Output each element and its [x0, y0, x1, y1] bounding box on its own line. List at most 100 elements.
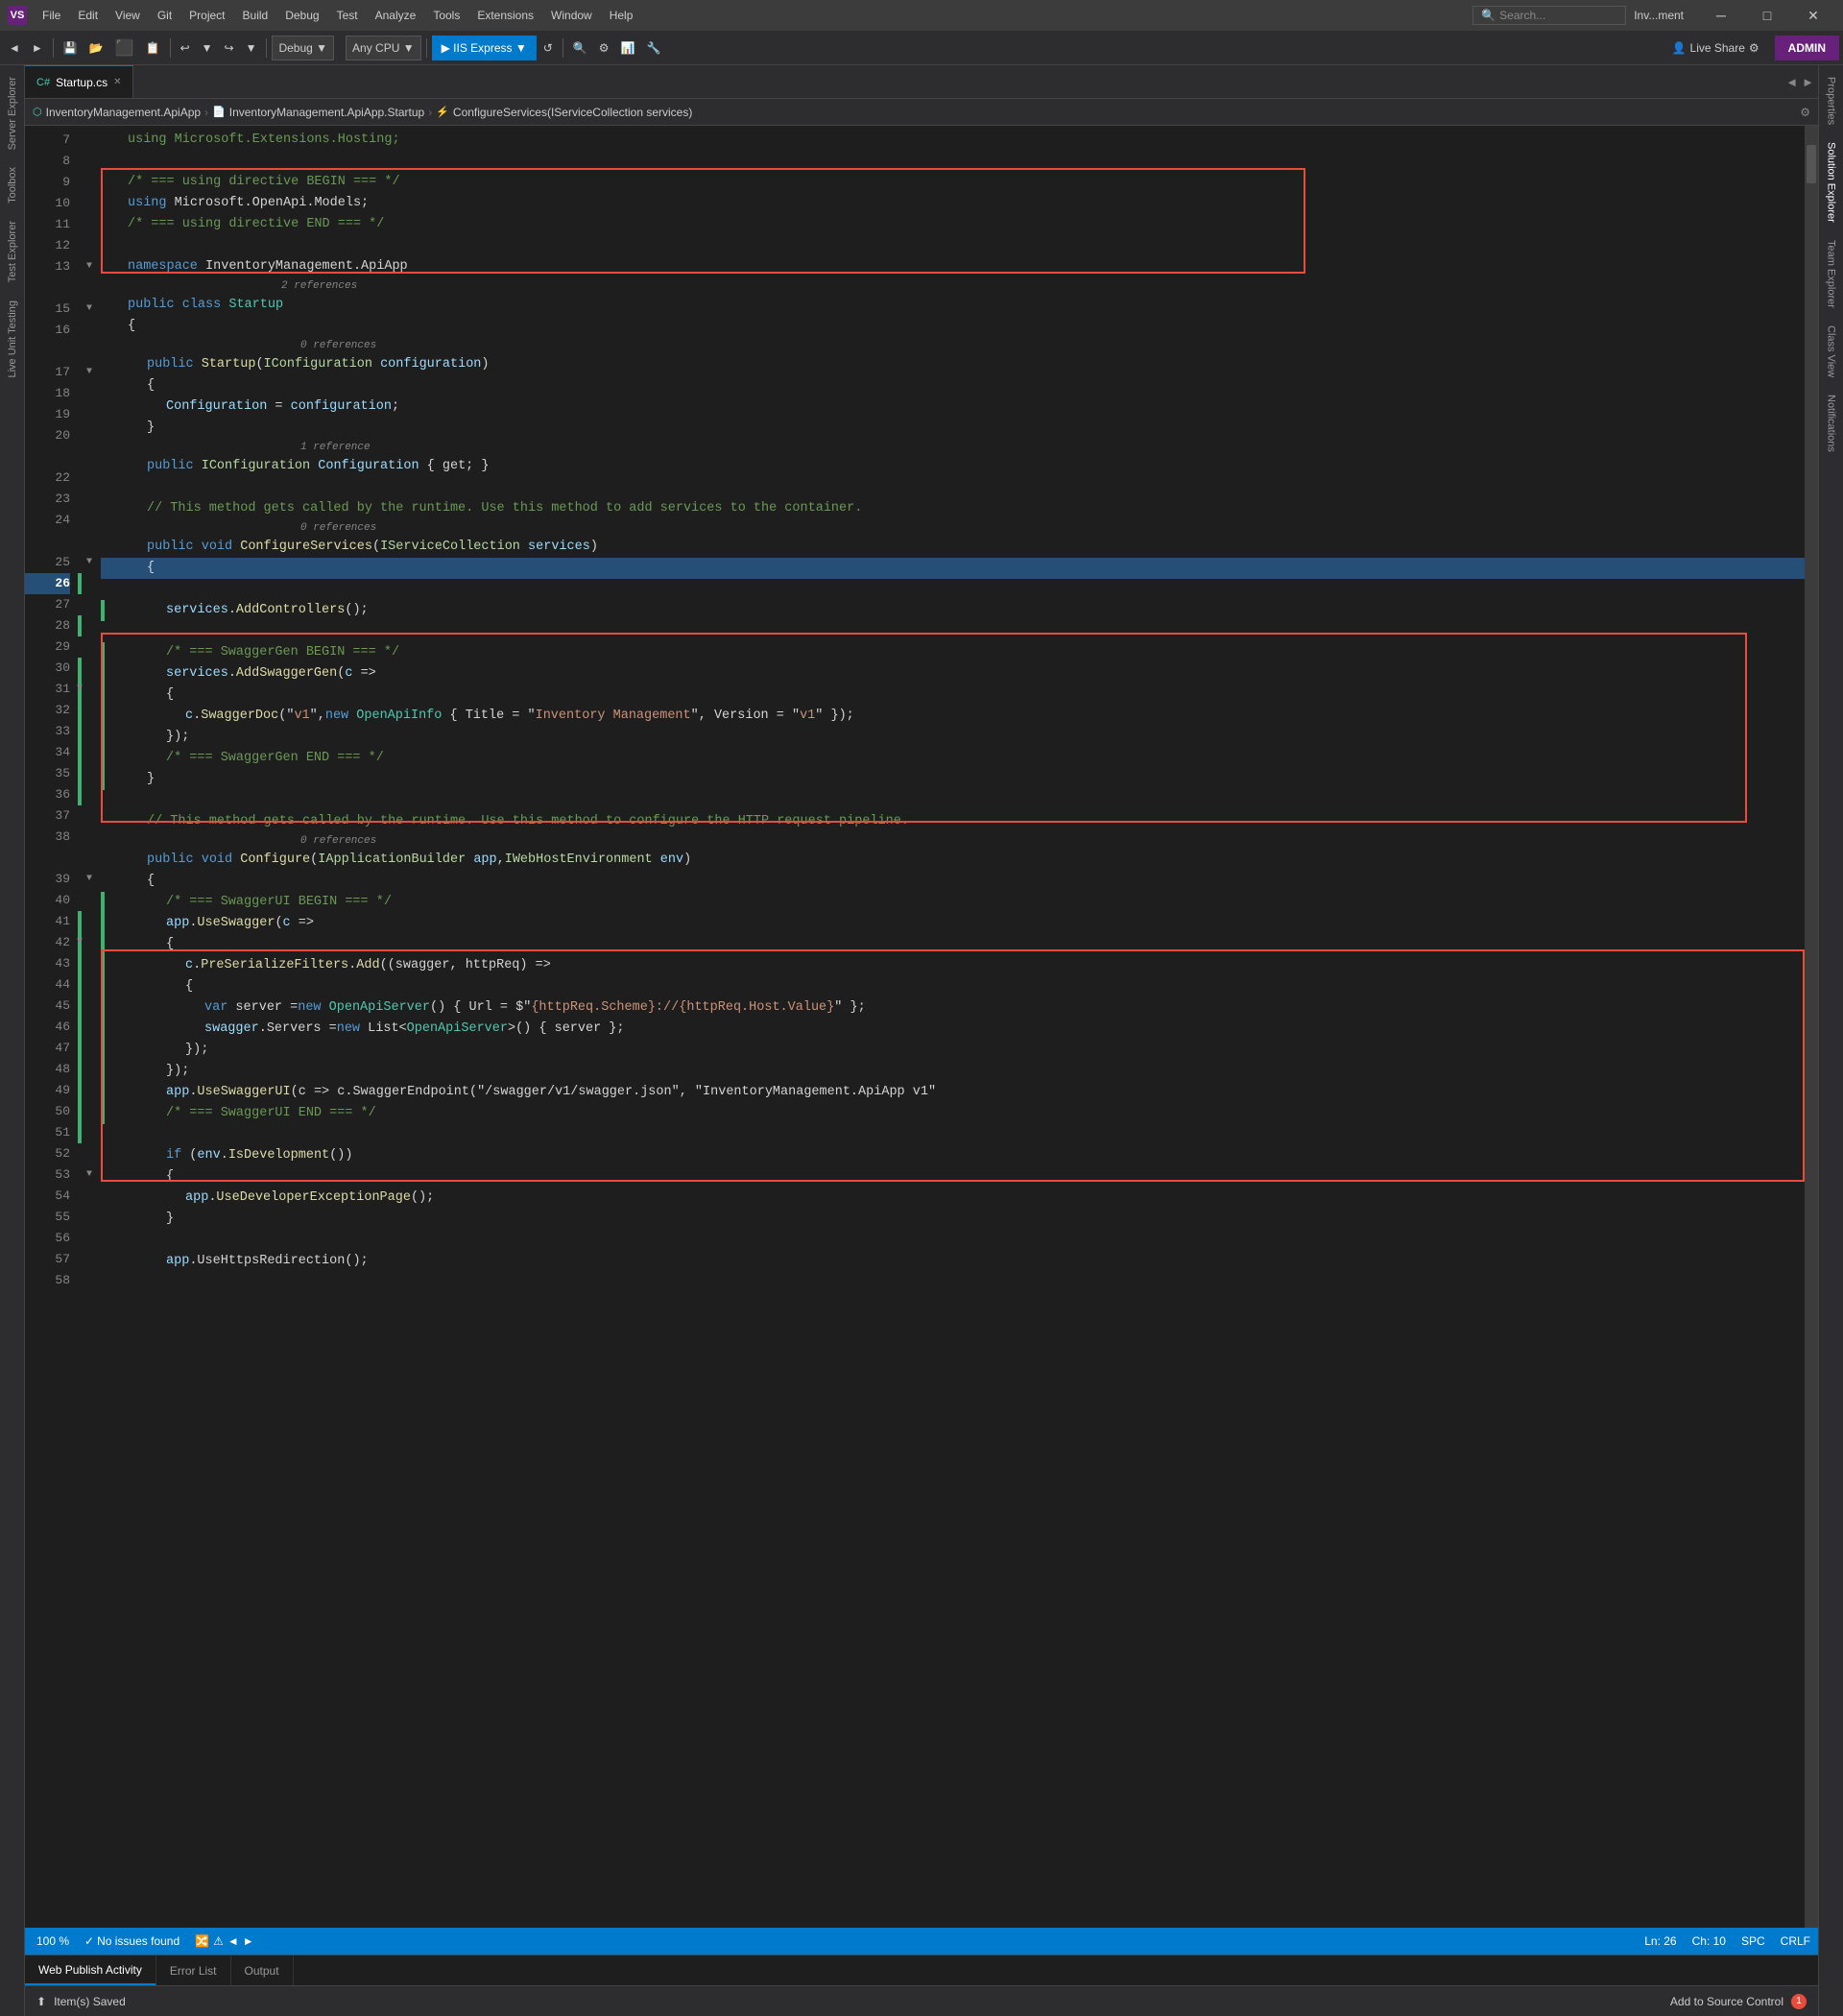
ln-10: 10	[25, 193, 70, 214]
sidebar-item-class-view[interactable]: Class View	[1822, 318, 1841, 385]
gutter-15: ▼	[78, 299, 101, 320]
breadcrumb-3[interactable]: ⚡ ConfigureServices(IServiceCollection s…	[436, 106, 692, 119]
code-content[interactable]: using Microsoft.Extensions.Hosting; /* =…	[101, 126, 1805, 1928]
refresh-button[interactable]: ↺	[539, 35, 558, 61]
maximize-button[interactable]: □	[1745, 0, 1789, 31]
tab-web-publish[interactable]: Web Publish Activity	[25, 1956, 156, 1985]
menu-edit[interactable]: Edit	[70, 7, 106, 24]
tab-error-list[interactable]: Error List	[156, 1956, 231, 1985]
tab-icons: ◄ ►	[1778, 65, 1818, 98]
sidebar-item-solution-explorer[interactable]: Solution Explorer	[1822, 134, 1841, 230]
nav-right-icon[interactable]: ►	[243, 1934, 254, 1948]
collapse-13[interactable]: ▼	[86, 256, 92, 277]
scroll-thumb[interactable]	[1807, 145, 1816, 183]
collapse-39[interactable]: ▼	[86, 869, 92, 890]
window-controls: ─ □ ✕	[1699, 0, 1835, 31]
menu-analyze[interactable]: Analyze	[368, 7, 424, 24]
menu-debug[interactable]: Debug	[277, 7, 326, 24]
collapse-17[interactable]: ▼	[86, 362, 92, 383]
code-token: () { Url = $"	[430, 997, 531, 1019]
menu-file[interactable]: File	[35, 7, 68, 24]
add-source-control-label[interactable]: Add to Source Control	[1670, 1995, 1783, 2008]
breadcrumb-2[interactable]: 📄 InventoryManagement.ApiApp.Startup	[212, 106, 424, 119]
sidebar-item-toolbox[interactable]: Toolbox	[3, 159, 22, 211]
perf-button[interactable]: 📊	[616, 35, 640, 61]
redo-dropdown[interactable]: ▼	[241, 35, 262, 61]
settings-button[interactable]: ⚙	[594, 35, 614, 61]
search2-button[interactable]: 🔍	[568, 35, 592, 61]
undo-dropdown[interactable]: ▼	[197, 35, 218, 61]
menu-extensions[interactable]: Extensions	[469, 7, 541, 24]
debug-mode-dropdown[interactable]: Debug ▼	[272, 36, 334, 60]
tab-close-startup[interactable]: ✕	[113, 77, 121, 87]
ln-47: 47	[25, 1038, 70, 1059]
status-issues[interactable]: ✓ No issues found	[81, 1934, 183, 1948]
sidebar-item-team-explorer[interactable]: Team Explorer	[1822, 232, 1841, 316]
gutter-30	[78, 658, 82, 679]
collapse-31[interactable]: ▼	[77, 679, 83, 700]
code-token: )	[683, 850, 691, 871]
menu-help[interactable]: Help	[602, 7, 641, 24]
minimize-button[interactable]: ─	[1699, 0, 1743, 31]
code-token: (	[275, 913, 282, 934]
sidebar-item-server-explorer[interactable]: Server Explorer	[3, 69, 22, 157]
sidebar-item-test-explorer[interactable]: Test Explorer	[3, 213, 22, 290]
search-box[interactable]: 🔍 Search...	[1472, 6, 1626, 25]
ln-50: 50	[25, 1101, 70, 1122]
code-line-11: /* === using directive END === */	[101, 214, 1805, 235]
tab-scroll-right[interactable]: ►	[1802, 75, 1814, 89]
git-icon[interactable]: 🔀	[195, 1934, 209, 1948]
admin-button[interactable]: ADMIN	[1775, 36, 1839, 60]
code-token: ",	[310, 706, 325, 727]
tab-output[interactable]: Output	[231, 1956, 294, 1985]
vs-icon: VS	[8, 6, 27, 25]
open-button[interactable]: 📂	[84, 35, 108, 61]
gutter-46	[78, 1017, 82, 1038]
tab-startup-cs[interactable]: C# Startup.cs ✕	[25, 65, 133, 98]
collapse-42[interactable]: ▼	[77, 932, 83, 953]
collapse-53[interactable]: ▼	[86, 1164, 92, 1186]
ln-33: 33	[25, 721, 70, 742]
scrollbar-right[interactable]	[1805, 126, 1818, 1928]
menu-view[interactable]: View	[108, 7, 148, 24]
menu-window[interactable]: Window	[543, 7, 600, 24]
warning-icon[interactable]: ⚠	[213, 1934, 224, 1948]
collapse-15[interactable]: ▼	[86, 299, 92, 320]
another-save[interactable]: 📋	[141, 35, 165, 61]
tab-scroll-left[interactable]: ◄	[1785, 75, 1798, 89]
new-button[interactable]: ⬛	[110, 35, 139, 61]
live-share-label[interactable]: Live Share	[1690, 41, 1745, 55]
undo-button[interactable]: ↩	[176, 35, 195, 61]
live-share-settings-icon[interactable]: ⚙	[1749, 41, 1759, 55]
collapse-25[interactable]: ▼	[86, 552, 92, 573]
code-token: IsDevelopment	[228, 1145, 329, 1166]
diag-button[interactable]: 🔧	[641, 35, 665, 61]
breadcrumb-settings[interactable]: ⚙	[1800, 106, 1810, 119]
menu-tools[interactable]: Tools	[425, 7, 467, 24]
back-button[interactable]: ◄	[4, 35, 25, 61]
menu-build[interactable]: Build	[235, 7, 276, 24]
redo-button[interactable]: ↪	[220, 35, 239, 61]
code-token: }	[166, 1209, 174, 1230]
nav-left-icon[interactable]: ◄	[227, 1934, 239, 1948]
sidebar-item-properties[interactable]: Properties	[1822, 69, 1841, 132]
sidebar-item-live-unit[interactable]: Live Unit Testing	[3, 293, 22, 386]
menu-test[interactable]: Test	[329, 7, 366, 24]
code-line-32: {	[101, 684, 1805, 706]
saved-label: Item(s) Saved	[54, 1995, 126, 2008]
forward-button[interactable]: ►	[27, 35, 48, 61]
gutter-42: ▼	[78, 932, 82, 953]
breadcrumb-1[interactable]: ⬡ InventoryManagement.ApiApp	[33, 106, 201, 119]
search-placeholder: Search...	[1499, 9, 1545, 22]
ln-35: 35	[25, 763, 70, 784]
code-token: .	[189, 913, 197, 934]
close-button[interactable]: ✕	[1791, 0, 1835, 31]
menu-git[interactable]: Git	[150, 7, 180, 24]
save-button[interactable]: 💾	[59, 35, 83, 61]
menu-project[interactable]: Project	[181, 7, 232, 24]
sidebar-item-notifications[interactable]: Notifications	[1822, 387, 1841, 460]
status-zoom[interactable]: 100 %	[33, 1934, 73, 1948]
platform-dropdown[interactable]: Any CPU ▼	[346, 36, 421, 60]
ln-12: 12	[25, 235, 70, 256]
run-button[interactable]: ▶ IIS Express ▼	[432, 36, 537, 60]
